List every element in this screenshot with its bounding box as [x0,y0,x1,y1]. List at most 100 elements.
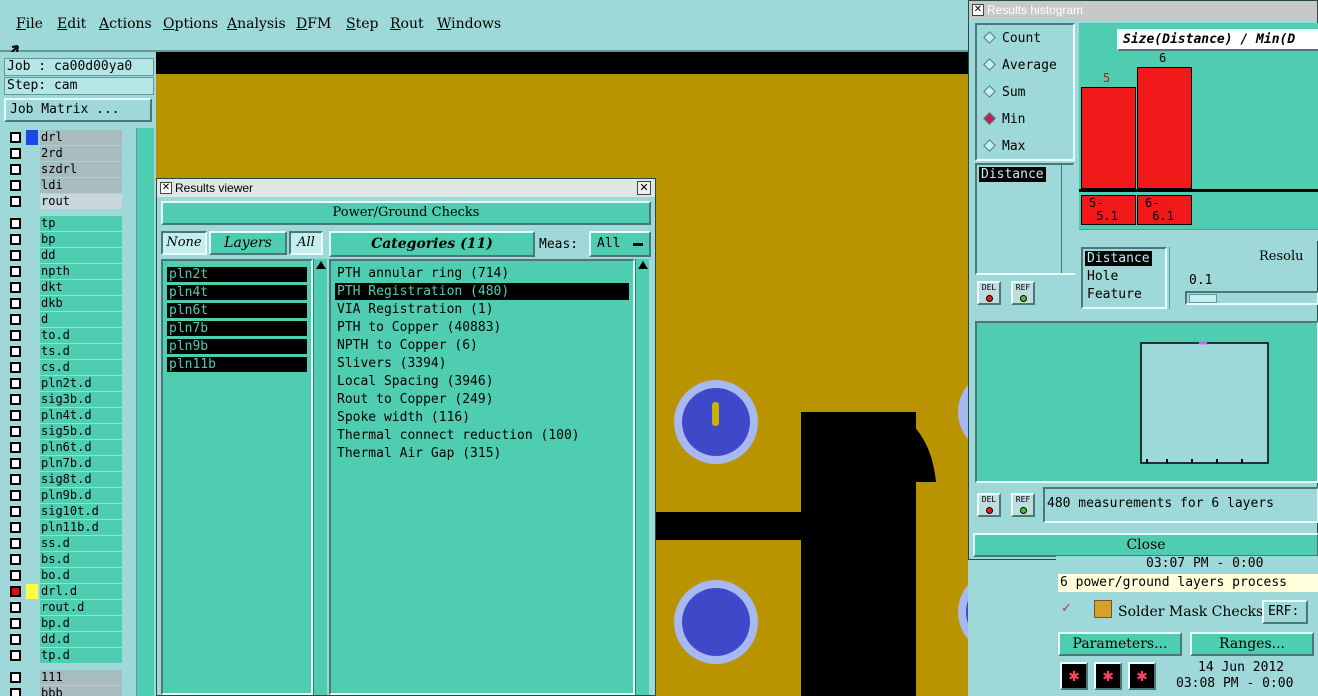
layer-row[interactable]: ss.d [6,536,124,551]
layer-checkbox[interactable] [10,196,21,207]
layer-label[interactable]: bo.d [40,568,122,583]
layer-checkbox[interactable] [10,602,21,613]
menu-dfm[interactable]: DFM [296,16,331,32]
layer-row[interactable]: bbb [6,686,124,696]
layer-checkbox[interactable] [10,458,21,469]
measure-type-list[interactable]: Distance Hole Feature [1081,247,1167,309]
category-item[interactable]: PTH annular ring (714) [335,265,509,282]
layer-label[interactable]: pln7b.d [40,456,122,471]
categories-button[interactable]: Categories (11) [329,231,535,257]
category-item[interactable]: VIA Registration (1) [335,301,494,318]
results-viewer-titlebar[interactable]: ✕ Results viewer ✕ [157,179,655,197]
layer-checkbox[interactable] [10,218,21,229]
erf-button[interactable]: ERF: [1262,600,1308,624]
layer-checkbox[interactable] [10,688,21,696]
category-item[interactable]: NPTH to Copper (6) [335,337,478,354]
layer-label[interactable]: tp.d [40,648,122,663]
scroll-up-icon[interactable] [638,261,648,269]
histogram-scrollbar[interactable] [1079,229,1318,241]
layer-row[interactable]: ldi [6,178,124,193]
layer-checkbox[interactable] [10,410,21,421]
layer-row[interactable]: 111 [6,670,124,685]
layers-listbox[interactable]: pln2t pln4t pln6t pln7b pln9b pln11b [161,259,313,695]
layer-row[interactable]: dkb [6,296,124,311]
layer-label[interactable]: pln6t.d [40,440,122,455]
menu-windows[interactable]: Windows [437,16,501,32]
layer-label[interactable]: pln11b.d [40,520,122,535]
radio-diamond-icon[interactable] [983,31,996,44]
layer-label[interactable]: tp [40,216,122,231]
layer-label[interactable]: pln2t.d [40,376,122,391]
layer-label[interactable]: bp.d [40,616,122,631]
results-layer-item[interactable]: pln9b [167,339,307,354]
mode-radio[interactable]: Max [983,139,1025,154]
layer-checkbox[interactable] [10,522,21,533]
layer-row[interactable]: pln11b.d [6,520,124,535]
layer-checkbox[interactable] [10,148,21,159]
results-layer-item[interactable]: pln6t [167,303,307,318]
layer-label[interactable]: 2rd [40,146,122,161]
layer-label[interactable]: bs.d [40,552,122,567]
mode-radio[interactable]: Sum [983,85,1025,100]
menu-analysis[interactable]: Analysis [227,16,286,32]
layer-checkbox[interactable] [10,298,21,309]
layer-label[interactable]: dkb [40,296,122,311]
meas-dropdown[interactable]: All [589,231,651,257]
results-layer-item[interactable]: pln11b [167,357,307,372]
layer-checkbox[interactable] [10,234,21,245]
measure-type-scrollbar[interactable] [1169,247,1179,309]
layer-label[interactable]: drl.d [40,584,122,599]
categories-listbox[interactable]: PTH annular ring (714) PTH Registration (… [329,259,635,695]
layer-checkbox[interactable] [10,378,21,389]
layer-row[interactable]: tp [6,216,124,231]
layer-checkbox[interactable] [10,442,21,453]
window-menu-icon[interactable]: ✕ [160,182,172,194]
measure-type-item[interactable]: Feature [1085,287,1144,302]
layer-label[interactable]: sig10t.d [40,504,122,519]
layer-label[interactable]: dkt [40,280,122,295]
menu-options[interactable]: Options [163,16,218,32]
layer-checkbox[interactable] [10,490,21,501]
layer-row[interactable]: d [6,312,124,327]
del-button-bottom[interactable]: DEL [977,493,1001,517]
slider-thumb[interactable] [1189,294,1217,303]
power-ground-checks-button[interactable]: Power/Ground Checks [161,201,651,225]
del-button[interactable]: DEL [977,281,1001,305]
layer-label[interactable]: ldi [40,178,122,193]
layer-checkbox[interactable] [10,266,21,277]
ref-button[interactable]: REF [1011,281,1035,305]
layer-checkbox[interactable] [10,314,21,325]
layer-row[interactable]: pln9b.d [6,488,124,503]
category-item[interactable]: Thermal Air Gap (315) [335,445,501,462]
layer-label[interactable]: sig8t.d [40,472,122,487]
layer-checkbox[interactable] [10,426,21,437]
layer-row[interactable]: drl.d [6,584,124,599]
layer-label[interactable]: bp [40,232,122,247]
close-icon[interactable]: ✕ [637,181,651,195]
layer-checkbox[interactable] [10,570,21,581]
layer-checkbox[interactable] [10,164,21,175]
layer-row[interactable]: dkt [6,280,124,295]
layer-row[interactable]: sig8t.d [6,472,124,487]
category-item[interactable]: Thermal connect reduction (100) [335,427,580,444]
measure-type-item[interactable]: Hole [1085,269,1120,284]
scroll-up-icon[interactable] [316,261,326,269]
layer-row[interactable]: pln6t.d [6,440,124,455]
mode-radio[interactable]: Average [983,58,1057,73]
layer-row[interactable]: pln2t.d [6,376,124,391]
histogram-bar[interactable] [1081,87,1136,189]
check-mark-icon[interactable]: ✓ [1062,600,1070,616]
layer-checkbox[interactable] [10,250,21,261]
measure-list-box[interactable]: Distance [975,163,1075,275]
layer-checkbox[interactable] [10,330,21,341]
histogram-bar[interactable] [1137,67,1192,189]
category-item[interactable]: Rout to Copper (249) [335,391,494,408]
results-layer-item[interactable]: pln7b [167,321,307,336]
resolution-slider[interactable] [1185,291,1318,305]
results-layer-item[interactable]: pln2t [167,267,307,282]
layer-label[interactable]: szdrl [40,162,122,177]
layer-label[interactable]: to.d [40,328,122,343]
measure-list-scrollbar[interactable] [1061,165,1075,273]
layer-checkbox[interactable] [10,672,21,683]
layer-row[interactable]: tp.d [6,648,124,663]
